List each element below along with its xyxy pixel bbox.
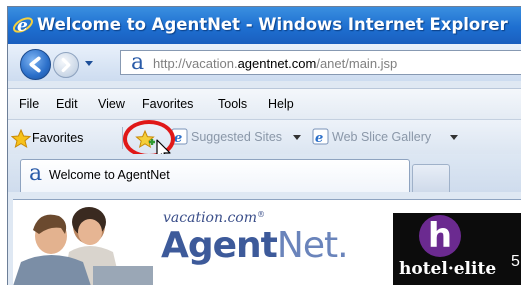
hotel-elite-number: 5: [511, 253, 520, 270]
tab-label: Welcome to AgentNet: [49, 168, 170, 182]
url-input[interactable]: a http://vacation.agentnet.com/anet/main…: [120, 50, 521, 75]
hotel-elite-letter: h: [427, 216, 453, 256]
page-content: vacation.com® AgentNet. h hotel·elite 5: [13, 199, 521, 285]
suggested-sites-button[interactable]: Suggested Sites: [191, 130, 282, 144]
forward-button[interactable]: [53, 52, 79, 78]
vacation-com-logo: vacation.com®: [163, 210, 265, 226]
web-slice-gallery-dropdown-icon[interactable]: [450, 135, 458, 141]
title-bar: e Welcome to AgentNet - Windows Internet…: [8, 7, 521, 44]
web-slice-gallery-button[interactable]: Web Slice Gallery: [332, 130, 431, 144]
hotel-elite-text: hotel·elite: [399, 259, 497, 279]
new-tab-button[interactable]: [412, 164, 450, 192]
suggested-sites-dropdown-icon[interactable]: [293, 135, 301, 141]
menu-favorites[interactable]: Favorites: [142, 97, 193, 111]
back-button[interactable]: [20, 49, 51, 80]
url-text: http://vacation.agentnet.com/anet/main.j…: [153, 56, 398, 71]
window-title: Welcome to AgentNet - Windows Internet E…: [37, 15, 508, 34]
menu-bar: File Edit View Favorites Tools Help: [8, 88, 521, 119]
web-slice-gallery-icon: e: [312, 128, 329, 145]
menu-view[interactable]: View: [98, 97, 125, 111]
favorites-label: Favorites: [32, 131, 84, 145]
back-arrow-icon: [29, 56, 41, 73]
tab-welcome-to-agentnet[interactable]: a Welcome to AgentNet: [20, 159, 410, 192]
hotel-elite-banner[interactable]: h hotel·elite 5: [393, 213, 521, 285]
agentnet-logo: AgentNet.: [161, 225, 349, 266]
forward-arrow-icon: [61, 57, 71, 73]
svg-text:e: e: [315, 131, 323, 145]
favorites-star-icon: [11, 129, 31, 149]
menu-tools[interactable]: Tools: [218, 97, 247, 111]
agentnet-favicon-icon: a: [131, 50, 145, 75]
menu-edit[interactable]: Edit: [56, 97, 78, 111]
agentnet-tab-favicon-icon: a: [29, 161, 43, 186]
menu-help[interactable]: Help: [268, 97, 294, 111]
agents-photo: [13, 200, 153, 285]
menu-file[interactable]: File: [19, 97, 39, 111]
browser-window: e Welcome to AgentNet - Windows Internet…: [7, 6, 521, 285]
svg-text:e: e: [17, 16, 28, 36]
recent-pages-dropdown-icon[interactable]: [84, 60, 94, 68]
internet-explorer-icon: e: [12, 16, 34, 36]
svg-text:e: e: [174, 131, 182, 145]
